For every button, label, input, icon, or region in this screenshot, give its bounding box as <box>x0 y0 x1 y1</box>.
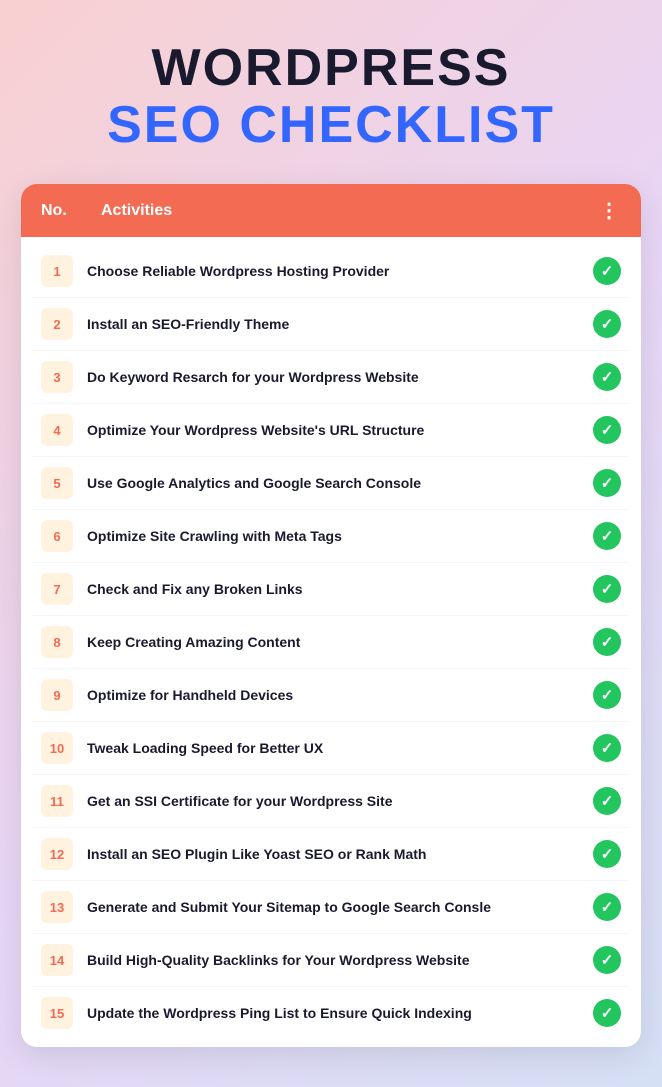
list-item[interactable]: 8 Keep Creating Amazing Content <box>33 616 629 669</box>
list-item[interactable]: 6 Optimize Site Crawling with Meta Tags <box>33 510 629 563</box>
item-text: Build High-Quality Backlinks for Your Wo… <box>87 951 579 969</box>
title-section: WORDPRESS SEO CHECKLIST <box>21 30 641 154</box>
item-text: Tweak Loading Speed for Better UX <box>87 739 579 757</box>
item-number: 5 <box>41 467 73 499</box>
item-check-icon[interactable] <box>593 787 621 815</box>
item-number: 2 <box>41 308 73 340</box>
list-item[interactable]: 10 Tweak Loading Speed for Better UX <box>33 722 629 775</box>
item-text: Keep Creating Amazing Content <box>87 633 579 651</box>
item-number: 6 <box>41 520 73 552</box>
list-item[interactable]: 2 Install an SEO-Friendly Theme <box>33 298 629 351</box>
item-check-icon[interactable] <box>593 893 621 921</box>
item-check-icon[interactable] <box>593 575 621 603</box>
item-number: 10 <box>41 732 73 764</box>
item-text: Do Keyword Resarch for your Wordpress We… <box>87 368 579 386</box>
title-line1: WORDPRESS <box>21 40 641 97</box>
list-item[interactable]: 14 Build High-Quality Backlinks for Your … <box>33 934 629 987</box>
item-text: Update the Wordpress Ping List to Ensure… <box>87 1004 579 1022</box>
item-check-icon[interactable] <box>593 310 621 338</box>
list-item[interactable]: 15 Update the Wordpress Ping List to Ensu… <box>33 987 629 1039</box>
item-text: Use Google Analytics and Google Search C… <box>87 474 579 492</box>
item-text: Get an SSI Certificate for your Wordpres… <box>87 792 579 810</box>
list-item[interactable]: 5 Use Google Analytics and Google Search … <box>33 457 629 510</box>
item-check-icon[interactable] <box>593 999 621 1027</box>
item-text: Generate and Submit Your Sitemap to Goog… <box>87 898 579 916</box>
item-number: 13 <box>41 891 73 923</box>
header-number-label: No. <box>41 202 81 220</box>
item-check-icon[interactable] <box>593 416 621 444</box>
item-number: 4 <box>41 414 73 446</box>
item-number: 1 <box>41 255 73 287</box>
list-item[interactable]: 9 Optimize for Handheld Devices <box>33 669 629 722</box>
item-number: 9 <box>41 679 73 711</box>
item-check-icon[interactable] <box>593 946 621 974</box>
page-container: WORDPRESS SEO CHECKLIST No. Activities ⋮… <box>21 30 641 1047</box>
item-number: 7 <box>41 573 73 605</box>
checklist-header: No. Activities ⋮ <box>21 184 641 237</box>
item-check-icon[interactable] <box>593 257 621 285</box>
item-number: 12 <box>41 838 73 870</box>
title-line2: SEO CHECKLIST <box>21 97 641 154</box>
item-check-icon[interactable] <box>593 469 621 497</box>
checklist-items-list: 1 Choose Reliable Wordpress Hosting Provi… <box>21 237 641 1047</box>
list-item[interactable]: 12 Install an SEO Plugin Like Yoast SEO o… <box>33 828 629 881</box>
item-text: Check and Fix any Broken Links <box>87 580 579 598</box>
item-text: Install an SEO Plugin Like Yoast SEO or … <box>87 845 579 863</box>
item-check-icon[interactable] <box>593 681 621 709</box>
list-item[interactable]: 4 Optimize Your Wordpress Website's URL S… <box>33 404 629 457</box>
item-check-icon[interactable] <box>593 363 621 391</box>
list-item[interactable]: 13 Generate and Submit Your Sitemap to Go… <box>33 881 629 934</box>
list-item[interactable]: 3 Do Keyword Resarch for your Wordpress W… <box>33 351 629 404</box>
item-text: Optimize Your Wordpress Website's URL St… <box>87 421 579 439</box>
header-menu-dots[interactable]: ⋮ <box>599 198 621 223</box>
item-text: Optimize for Handheld Devices <box>87 686 579 704</box>
item-number: 8 <box>41 626 73 658</box>
item-check-icon[interactable] <box>593 840 621 868</box>
list-item[interactable]: 1 Choose Reliable Wordpress Hosting Provi… <box>33 245 629 298</box>
item-text: Optimize Site Crawling with Meta Tags <box>87 527 579 545</box>
item-text: Install an SEO-Friendly Theme <box>87 315 579 333</box>
item-number: 11 <box>41 785 73 817</box>
item-check-icon[interactable] <box>593 734 621 762</box>
list-item[interactable]: 7 Check and Fix any Broken Links <box>33 563 629 616</box>
item-text: Choose Reliable Wordpress Hosting Provid… <box>87 262 579 280</box>
item-check-icon[interactable] <box>593 522 621 550</box>
item-check-icon[interactable] <box>593 628 621 656</box>
list-item[interactable]: 11 Get an SSI Certificate for your Wordpr… <box>33 775 629 828</box>
checklist-card: No. Activities ⋮ 1 Choose Reliable Wordpr… <box>21 184 641 1047</box>
item-number: 15 <box>41 997 73 1029</box>
item-number: 3 <box>41 361 73 393</box>
header-activities-label: Activities <box>101 202 579 220</box>
item-number: 14 <box>41 944 73 976</box>
